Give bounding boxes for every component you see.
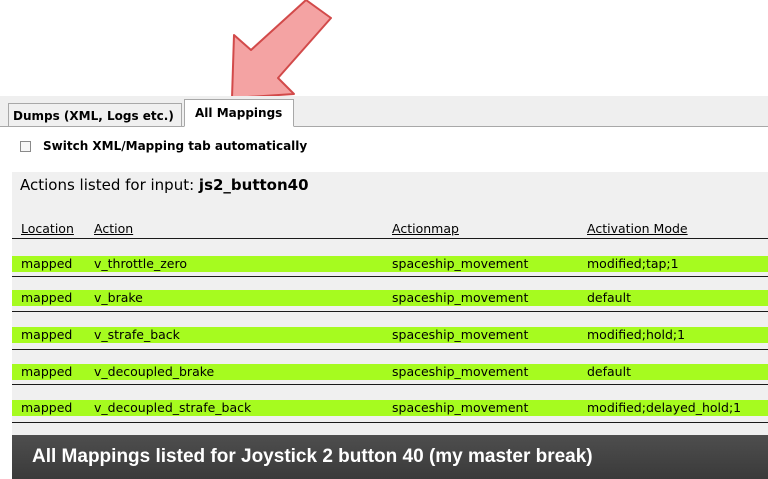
cell-activation-mode: default: [587, 290, 631, 305]
cell-action: v_throttle_zero: [94, 256, 187, 271]
column-header-actionmap[interactable]: Actionmap: [392, 221, 459, 236]
cell-location: mapped: [21, 256, 73, 271]
cell-location: mapped: [21, 364, 73, 379]
switch-tab-checkbox[interactable]: [20, 140, 31, 152]
cell-action: v_decoupled_brake: [94, 364, 215, 379]
tab-dumps[interactable]: Dumps (XML, Logs etc.): [8, 103, 182, 127]
table-row[interactable]: mapped v_decoupled_strafe_back spaceship…: [12, 400, 768, 416]
row-separator: [12, 422, 768, 423]
switch-tab-checkbox-label: Switch XML/Mapping tab automatically: [43, 139, 308, 153]
cell-actionmap: spaceship_movement: [392, 400, 529, 415]
cell-activation-mode: default: [587, 364, 631, 379]
table-row[interactable]: mapped v_throttle_zero spaceship_movemen…: [12, 256, 768, 272]
cell-actionmap: spaceship_movement: [392, 364, 529, 379]
cell-actionmap: spaceship_movement: [392, 290, 529, 305]
cell-action: v_decoupled_strafe_back: [94, 400, 252, 415]
cell-activation-mode: modified;hold;1: [587, 327, 686, 342]
tab-all-mappings[interactable]: All Mappings: [184, 99, 294, 127]
row-separator: [12, 349, 768, 350]
column-header-activation-mode[interactable]: Activation Mode: [587, 221, 688, 236]
row-separator: [12, 276, 768, 277]
table-row[interactable]: mapped v_brake spaceship_movement defaul…: [12, 290, 768, 306]
cell-actionmap: spaceship_movement: [392, 327, 529, 342]
image-caption: All Mappings listed for Joystick 2 butto…: [12, 435, 768, 479]
heading-prefix: Actions listed for input:: [20, 176, 199, 194]
cell-actionmap: spaceship_movement: [392, 256, 529, 271]
panel-heading: Actions listed for input: js2_button40: [20, 176, 309, 194]
switch-tab-checkbox-row[interactable]: Switch XML/Mapping tab automatically: [20, 137, 307, 155]
cell-activation-mode: modified;delayed_hold;1: [587, 400, 742, 415]
row-separator: [12, 384, 768, 385]
table-row[interactable]: mapped v_decoupled_brake spaceship_movem…: [12, 364, 768, 380]
table-row[interactable]: mapped v_strafe_back spaceship_movement …: [12, 327, 768, 343]
row-separator: [12, 311, 768, 312]
cell-location: mapped: [21, 290, 73, 305]
mappings-panel: Actions listed for input: js2_button40 L…: [12, 172, 768, 435]
header-separator: [12, 238, 768, 239]
cell-location: mapped: [21, 400, 73, 415]
cell-action: v_brake: [94, 290, 143, 305]
column-header-location[interactable]: Location: [21, 221, 74, 236]
cell-activation-mode: modified;tap;1: [587, 256, 679, 271]
cell-location: mapped: [21, 327, 73, 342]
heading-input-value: js2_button40: [198, 176, 309, 194]
column-header-action[interactable]: Action: [94, 221, 133, 236]
cell-action: v_strafe_back: [94, 327, 180, 342]
